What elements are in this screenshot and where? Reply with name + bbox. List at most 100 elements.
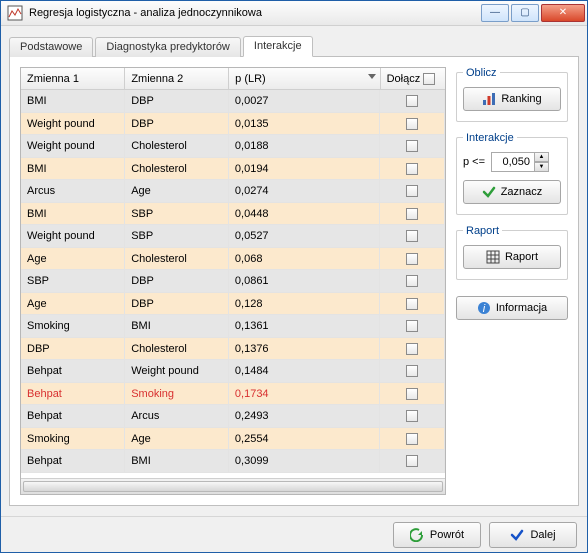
cell-zmienna2: SBP — [125, 225, 229, 247]
spinner-buttons: ▲ ▼ — [535, 152, 549, 172]
cell-p: 0,1376 — [228, 338, 379, 360]
cell-zmienna2: Age — [125, 180, 229, 202]
table-row[interactable]: BehpatSmoking0,1734 — [21, 383, 445, 406]
row-checkbox[interactable] — [406, 388, 418, 400]
row-checkbox[interactable] — [406, 118, 418, 130]
cell-zmienna1: Smoking — [21, 315, 125, 337]
cell-zmienna1: Behpat — [21, 383, 125, 405]
cell-p: 0,0448 — [228, 203, 379, 225]
horizontal-scrollbar[interactable] — [21, 478, 445, 494]
cell-dolacz — [380, 90, 445, 112]
row-checkbox[interactable] — [406, 253, 418, 265]
informacja-button[interactable]: i Informacja — [456, 296, 568, 320]
row-checkbox[interactable] — [406, 433, 418, 445]
tab-podstawowe[interactable]: Podstawowe — [9, 37, 93, 57]
col-header-p[interactable]: p (LR) — [229, 68, 380, 90]
cell-p: 0,3099 — [228, 450, 379, 472]
cell-zmienna2: DBP — [125, 113, 229, 135]
app-icon — [7, 5, 23, 21]
maximize-button[interactable]: ▢ — [511, 4, 539, 22]
cell-zmienna1: Age — [21, 293, 125, 315]
close-button[interactable]: ✕ — [541, 4, 585, 22]
cell-zmienna1: Weight pound — [21, 135, 125, 157]
cell-p: 0,2554 — [228, 428, 379, 450]
cell-zmienna2: SBP — [125, 203, 229, 225]
row-checkbox[interactable] — [406, 320, 418, 332]
table-row[interactable]: ArcusAge0,0274 — [21, 180, 445, 203]
scrollbar-thumb[interactable] — [23, 481, 443, 492]
row-checkbox[interactable] — [406, 185, 418, 197]
cell-zmienna1: SBP — [21, 270, 125, 292]
legend-interakcje: Interakcje — [463, 132, 517, 144]
p-threshold-input[interactable] — [491, 152, 535, 172]
row-checkbox[interactable] — [406, 343, 418, 355]
row-checkbox[interactable] — [406, 230, 418, 242]
side-panel: Oblicz Ranking Interakcje p <= ▲ — [456, 67, 568, 496]
spinner-up[interactable]: ▲ — [535, 152, 549, 162]
col-header-zmienna1[interactable]: Zmienna 1 — [21, 68, 125, 90]
cell-dolacz — [380, 338, 445, 360]
p-threshold-spinner[interactable]: ▲ ▼ — [491, 152, 549, 172]
cell-dolacz — [380, 270, 445, 292]
raport-button[interactable]: Raport — [463, 245, 561, 269]
cell-dolacz — [380, 225, 445, 247]
col-header-dolacz[interactable]: Dołącz — [380, 68, 445, 90]
zaznacz-button[interactable]: Zaznacz — [463, 180, 561, 204]
legend-raport: Raport — [463, 225, 502, 237]
header-checkbox[interactable] — [423, 73, 435, 85]
minimize-button[interactable]: — — [481, 4, 509, 22]
table-row[interactable]: SmokingAge0,2554 — [21, 428, 445, 451]
tab-strip: Podstawowe Diagnostyka predyktorów Inter… — [9, 35, 579, 57]
table-row[interactable]: BehpatBMI0,3099 — [21, 450, 445, 473]
legend-oblicz: Oblicz — [463, 67, 500, 79]
row-checkbox[interactable] — [406, 163, 418, 175]
spinner-down[interactable]: ▼ — [535, 162, 549, 172]
footer: Powrót Dalej — [1, 516, 587, 552]
ranking-button[interactable]: Ranking — [463, 87, 561, 111]
table-row[interactable]: BMISBP0,0448 — [21, 203, 445, 226]
back-button[interactable]: Powrót — [393, 522, 481, 548]
row-checkbox[interactable] — [406, 208, 418, 220]
cell-dolacz — [380, 450, 445, 472]
table-row[interactable]: BMIDBP0,0027 — [21, 90, 445, 113]
ranking-icon — [482, 92, 496, 106]
next-button[interactable]: Dalej — [489, 522, 577, 548]
cell-p: 0,068 — [228, 248, 379, 270]
table-row[interactable]: Weight poundDBP0,0135 — [21, 113, 445, 136]
cell-zmienna1: Smoking — [21, 428, 125, 450]
table-row[interactable]: SBPDBP0,0861 — [21, 270, 445, 293]
tab-interakcje[interactable]: Interakcje — [243, 36, 313, 57]
cell-zmienna2: Cholesterol — [125, 135, 229, 157]
cell-dolacz — [380, 360, 445, 382]
col-header-zmienna2[interactable]: Zmienna 2 — [125, 68, 229, 90]
cell-dolacz — [380, 203, 445, 225]
row-checkbox[interactable] — [406, 455, 418, 467]
tab-diagnostyka[interactable]: Diagnostyka predyktorów — [95, 37, 241, 57]
cell-p: 0,0194 — [228, 158, 379, 180]
row-checkbox[interactable] — [406, 95, 418, 107]
row-checkbox[interactable] — [406, 140, 418, 152]
table-row[interactable]: AgeDBP0,128 — [21, 293, 445, 316]
table-row[interactable]: BehpatWeight pound0,1484 — [21, 360, 445, 383]
row-checkbox[interactable] — [406, 410, 418, 422]
cell-dolacz — [380, 113, 445, 135]
window-buttons: — ▢ ✕ — [481, 4, 585, 22]
cell-zmienna2: Cholesterol — [125, 338, 229, 360]
cell-zmienna2: Arcus — [125, 405, 229, 427]
row-checkbox[interactable] — [406, 275, 418, 287]
row-checkbox[interactable] — [406, 298, 418, 310]
table-row[interactable]: AgeCholesterol0,068 — [21, 248, 445, 271]
cell-zmienna1: Behpat — [21, 405, 125, 427]
report-grid-icon — [486, 250, 500, 264]
table-row[interactable]: Weight poundSBP0,0527 — [21, 225, 445, 248]
table-row[interactable]: BehpatArcus0,2493 — [21, 405, 445, 428]
row-checkbox[interactable] — [406, 365, 418, 377]
cell-p: 0,0527 — [228, 225, 379, 247]
cell-zmienna1: Weight pound — [21, 225, 125, 247]
table-row[interactable]: BMICholesterol0,0194 — [21, 158, 445, 181]
table-row[interactable]: DBPCholesterol0,1376 — [21, 338, 445, 361]
cell-p: 0,0027 — [228, 90, 379, 112]
table-row[interactable]: Weight poundCholesterol0,0188 — [21, 135, 445, 158]
table-row[interactable]: SmokingBMI0,1361 — [21, 315, 445, 338]
table-body: BMIDBP0,0027Weight poundDBP0,0135Weight … — [21, 90, 445, 478]
